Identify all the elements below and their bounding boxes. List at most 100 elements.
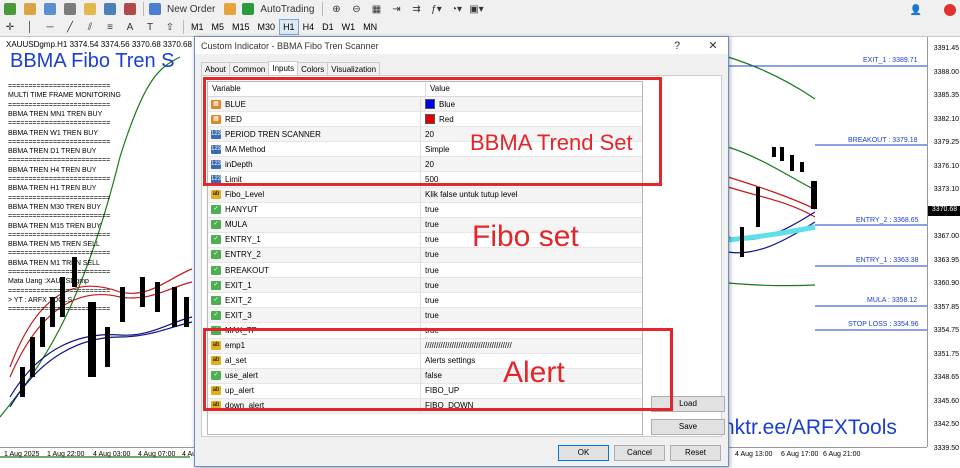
tab-colors[interactable]: Colors	[297, 62, 329, 76]
boolean-param-icon: ✓	[211, 220, 221, 230]
input-variable-cell: ✓ ENTRY_1	[208, 232, 421, 247]
market-watch-icon[interactable]	[42, 1, 58, 17]
data-window-icon[interactable]	[62, 1, 78, 17]
notification-icon[interactable]	[942, 2, 958, 18]
label-icon[interactable]: T	[142, 19, 158, 35]
dialog-titlebar[interactable]: Custom Indicator - BBMA Fibo Tren Scanne…	[195, 37, 728, 54]
timeframe-d1[interactable]: D1	[318, 19, 338, 35]
timeframe-h1[interactable]: H1	[279, 19, 299, 35]
input-value-cell[interactable]: true	[421, 266, 439, 275]
ok-button[interactable]: OK	[558, 445, 609, 461]
reset-button[interactable]: Reset	[670, 445, 721, 461]
new-chart-icon[interactable]	[2, 1, 18, 17]
timeframe-m5[interactable]: M5	[208, 19, 229, 35]
input-variable-name: Fibo_Level	[225, 190, 265, 200]
status-line: BBMA TREN D1 TREN BUY	[8, 148, 97, 156]
help-icon[interactable]: ?	[666, 40, 688, 52]
timeframe-h4[interactable]: H4	[299, 19, 319, 35]
arrows-icon[interactable]: ⇧	[162, 19, 178, 35]
input-variable-cell: ✓ EXIT_3	[208, 308, 421, 323]
input-value: true	[425, 205, 439, 215]
save-button[interactable]: Save	[651, 419, 725, 435]
input-value-cell[interactable]: Klik false untuk tutup level	[421, 190, 518, 199]
status-line: =========================	[8, 306, 111, 314]
price-tick: 3348.65	[933, 374, 959, 382]
input-value-cell[interactable]: true	[421, 250, 439, 259]
level-label-mula: MULA : 3358.12	[867, 297, 918, 304]
input-value: true	[425, 310, 439, 320]
current-price-marker: 3370.68	[928, 206, 960, 216]
input-variable-cell: ✓ ENTRY_2	[208, 247, 421, 263]
status-line: =========================	[8, 231, 111, 239]
horizontal-line-icon[interactable]: ─	[42, 19, 58, 35]
status-line: =========================	[8, 269, 111, 276]
ma-red-right-1	[727, 176, 816, 210]
symbol-info: XAUUSDgmp.H1 3374.54 3374.56 3370.68 337…	[6, 40, 192, 49]
chart-shift-icon[interactable]: ⇥	[388, 1, 404, 17]
price-tick: 3363.95	[933, 256, 959, 264]
auto-trading-label: AutoTrading	[260, 3, 315, 15]
vertical-line-icon[interactable]: │	[22, 19, 38, 35]
templates-icon[interactable]: ▣▾	[468, 1, 484, 17]
annotation-fibo-set: Fibo set	[472, 220, 579, 253]
close-icon[interactable]: ✕	[702, 39, 724, 52]
meta-editor-icon[interactable]	[222, 1, 238, 17]
new-order-button[interactable]: New Order	[149, 1, 218, 17]
input-row[interactable]: ✓ HANYUT true	[208, 202, 642, 218]
boolean-param-icon: ✓	[211, 235, 221, 245]
timeframe-m30[interactable]: M30	[254, 19, 280, 35]
input-value-cell[interactable]: true	[421, 311, 439, 320]
input-value-cell[interactable]: true	[421, 296, 439, 305]
profiles-icon[interactable]	[22, 1, 38, 17]
periods-icon[interactable]: ◔▾	[448, 1, 464, 17]
input-row[interactable]: ✓ BREAKOUT true	[208, 263, 642, 279]
status-line: =========================	[8, 101, 111, 109]
price-tick: 3385.35	[933, 92, 959, 100]
autoscroll-icon[interactable]: ⇉	[408, 1, 424, 17]
indicators-icon[interactable]: ƒ▾	[428, 1, 444, 17]
status-line: =========================	[8, 194, 111, 202]
strategy-tester-icon[interactable]	[122, 1, 138, 17]
crosshair-icon[interactable]: ✛	[2, 19, 18, 35]
input-row[interactable]: ✓ EXIT_3 true	[208, 308, 642, 324]
cancel-button[interactable]: Cancel	[614, 445, 665, 461]
timeframe-mn[interactable]: MN	[359, 19, 381, 35]
input-value-cell[interactable]: true	[421, 205, 439, 214]
trendline-icon[interactable]: ╱	[62, 19, 78, 35]
timeframe-m1[interactable]: M1	[187, 19, 208, 35]
zoom-in-icon[interactable]: ⊕	[328, 1, 344, 17]
input-variable-cell: ab Fibo_Level	[208, 187, 421, 202]
status-line: =========================	[8, 120, 111, 128]
tab-about[interactable]: About	[201, 62, 230, 76]
level-label-stoploss: STOP LOSS : 3354.96	[848, 321, 919, 328]
fibo-icon[interactable]: ≡	[102, 19, 118, 35]
input-row[interactable]: ✓ EXIT_2 true	[208, 293, 642, 309]
channel-icon[interactable]: ⫽	[82, 19, 98, 35]
price-tick: 3345.60	[933, 397, 959, 405]
toolbar-separator	[183, 20, 184, 34]
input-value-cell[interactable]: true	[421, 235, 439, 244]
timeframe-w1[interactable]: W1	[338, 19, 360, 35]
account-icon[interactable]: 👤	[908, 2, 924, 18]
timeframe-m15[interactable]: M15	[228, 19, 254, 35]
terminal-icon[interactable]	[102, 1, 118, 17]
price-tick: 3379.25	[933, 139, 959, 147]
input-row[interactable]: ab Fibo_Level Klik false untuk tutup level	[208, 187, 642, 203]
input-variable-name: EXIT_2	[225, 295, 252, 305]
tile-windows-icon[interactable]: ▦	[368, 1, 384, 17]
level-label-entry1: ENTRY_1 : 3363.38	[856, 257, 919, 264]
price-axis[interactable]: 3391.45 3388.00 3385.35 3382.10 3379.25 3376.…	[927, 37, 960, 452]
navigator-icon[interactable]	[82, 1, 98, 17]
auto-trading-button[interactable]: AutoTrading	[242, 1, 317, 17]
input-row[interactable]: ✓ EXIT_1 true	[208, 278, 642, 294]
text-icon[interactable]: A	[122, 19, 138, 35]
status-line: BBMA TREN M5 TREN SELL	[8, 241, 100, 249]
status-line: =========================	[8, 287, 111, 295]
status-line: MULTI TIME FRAME MONITORING	[8, 92, 121, 100]
input-value-cell[interactable]: true	[421, 220, 439, 229]
zoom-out-icon[interactable]: ⊖	[348, 1, 364, 17]
input-value-cell[interactable]: true	[421, 281, 439, 290]
bb-lower-right	[727, 282, 816, 287]
tab-common[interactable]: Common	[228, 62, 270, 76]
tab-visualization[interactable]: Visualization	[327, 62, 381, 76]
